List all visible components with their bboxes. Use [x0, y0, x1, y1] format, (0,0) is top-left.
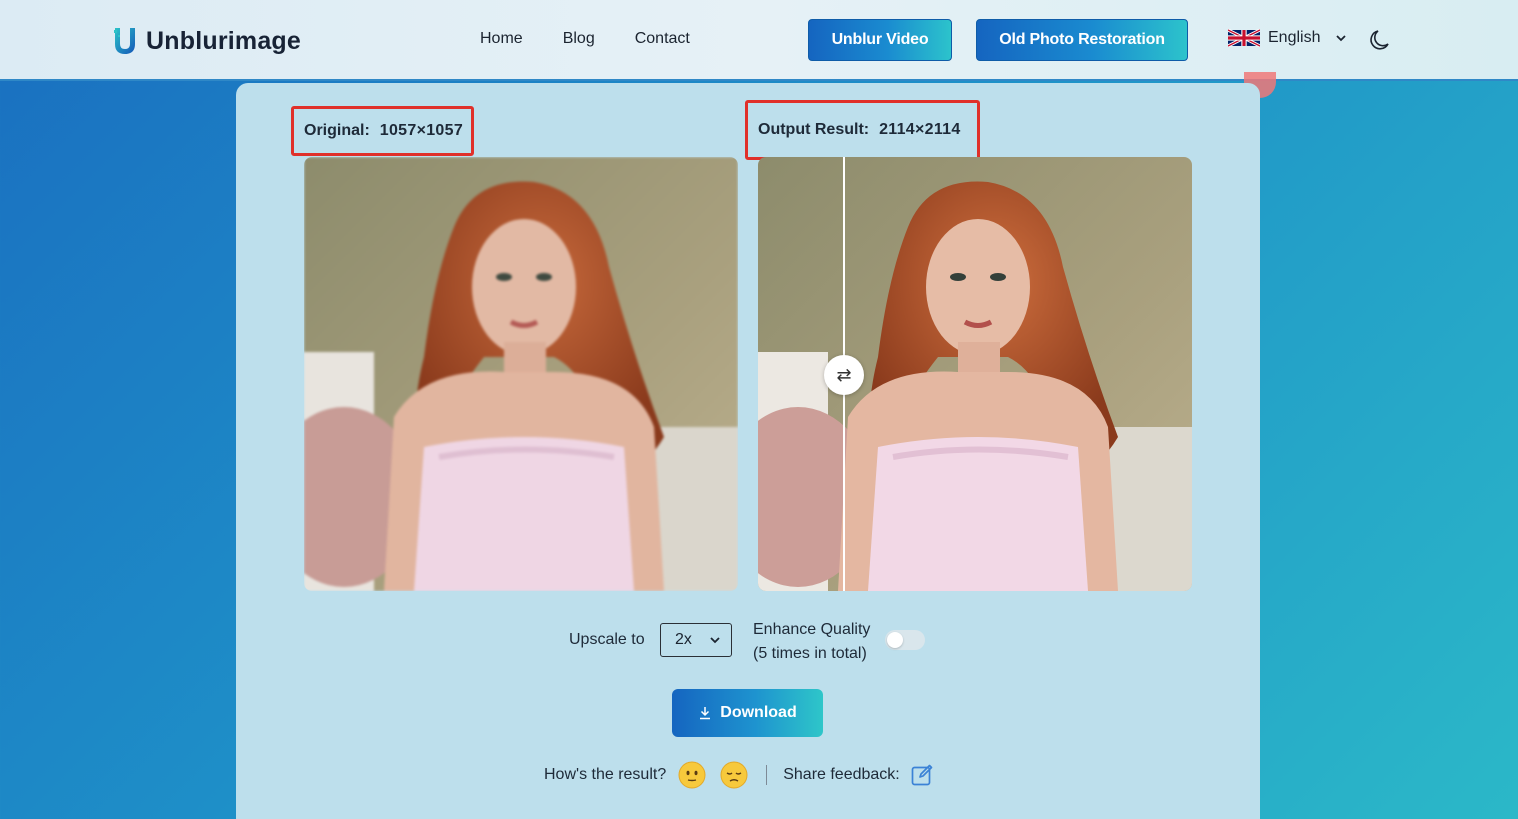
site-header: Unblurimage Home Blog Contact Unblur Vid…: [0, 0, 1518, 81]
nav-home[interactable]: Home: [480, 30, 523, 48]
download-label: Download: [720, 704, 797, 721]
enhance-quality-toggle[interactable]: [885, 630, 925, 650]
edit-icon[interactable]: [910, 763, 934, 787]
main-nav: Home Blog Contact: [480, 30, 690, 48]
download-icon: [700, 707, 711, 720]
original-size-label: Original: 1057×1057: [291, 106, 474, 156]
download-button[interactable]: Download: [672, 689, 823, 737]
nav-blog[interactable]: Blog: [563, 30, 595, 48]
swap-arrows-icon: ⇄: [836, 364, 852, 385]
language-label: English: [1268, 29, 1321, 46]
output-label-text: Output Result:: [758, 121, 870, 138]
upscale-value: 2x: [675, 631, 692, 648]
unblur-video-button[interactable]: Unblur Video: [808, 19, 952, 61]
chevron-down-icon: [1336, 35, 1347, 42]
uk-flag-icon: [1228, 29, 1260, 47]
language-selector[interactable]: English: [1228, 29, 1348, 47]
original-label-text: Original:: [304, 122, 370, 139]
enhance-quality-quota: (5 times in total): [753, 645, 867, 662]
old-photo-restoration-button[interactable]: Old Photo Restoration: [976, 19, 1188, 61]
logo[interactable]: Unblurimage: [112, 24, 301, 58]
pensive-face-icon[interactable]: [720, 761, 748, 789]
original-size-value: 1057×1057: [379, 122, 464, 139]
feedback-divider: [766, 765, 768, 785]
neutral-face-icon[interactable]: [678, 761, 706, 789]
chevron-down-icon: [710, 637, 720, 644]
toggle-knob: [887, 632, 903, 648]
output-size-label: Output Result: 2114×2114: [745, 100, 980, 160]
moon-icon[interactable]: [1368, 28, 1392, 52]
result-question: How's the result?: [544, 766, 667, 783]
logo-icon: [114, 28, 135, 54]
enhance-quality-label: Enhance Quality (5 times in total): [753, 618, 870, 666]
upscale-select[interactable]: 2x: [660, 623, 732, 657]
feedback-row: How's the result? Share feedback:: [544, 760, 934, 790]
share-feedback-label: Share feedback:: [783, 766, 900, 783]
nav-contact[interactable]: Contact: [635, 30, 690, 48]
upscale-label: Upscale to: [569, 631, 645, 648]
enhance-quality-title: Enhance Quality: [753, 621, 871, 638]
output-size-value: 2114×2114: [879, 121, 961, 138]
logo-text: Unblurimage: [146, 26, 301, 55]
compare-slider-handle[interactable]: ⇄: [824, 355, 864, 395]
original-image: [304, 157, 738, 591]
